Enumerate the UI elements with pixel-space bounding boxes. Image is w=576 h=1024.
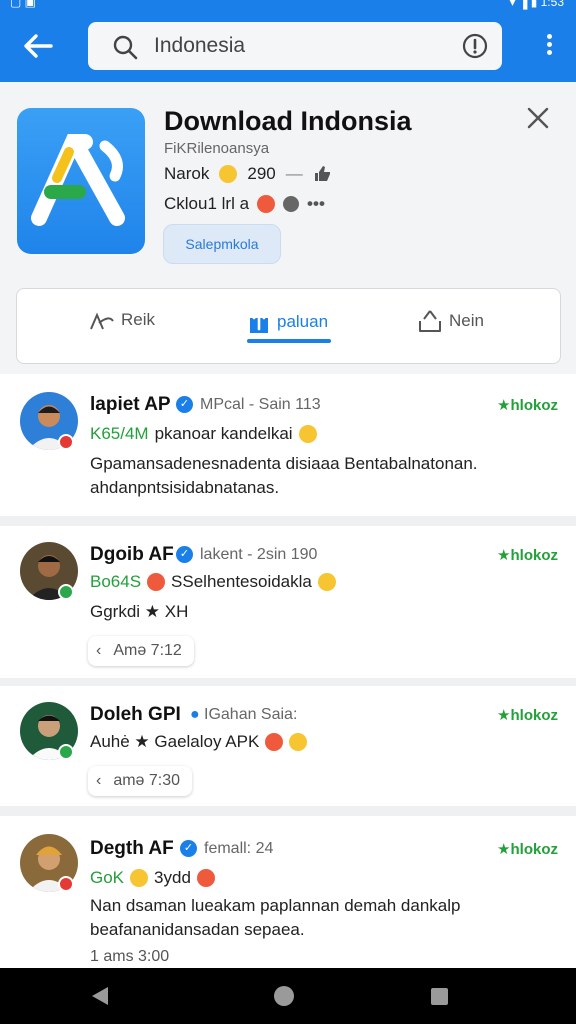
search-icon <box>113 35 138 60</box>
review-time: amə 7:30 <box>113 772 181 789</box>
share-icon <box>250 309 268 333</box>
nav-back-icon[interactable] <box>92 987 108 1005</box>
ellipsis-icon[interactable]: ••• <box>307 194 325 214</box>
review-rating: ★hlokoz <box>497 547 558 564</box>
chevron-left-icon: ‹ <box>96 772 102 789</box>
like-label: Nein <box>449 311 484 330</box>
share-button[interactable]: paluan <box>247 309 328 335</box>
search-query: Indonesia <box>154 34 246 57</box>
review-author: Dgoib AF <box>90 544 174 565</box>
status-badge <box>58 434 74 450</box>
review-time: 1 ams 3:00 <box>90 948 170 965</box>
status-badge <box>58 876 74 892</box>
back-arrow-icon <box>24 34 53 58</box>
review-body: Nan dsaman lueakam paplannan demah danka… <box>90 896 461 939</box>
status-bar: ▢ ▣ ▾ ▐ ▮ 1:53 <box>0 0 576 12</box>
more-vert-icon[interactable] <box>544 34 554 62</box>
review-author: lapiet AP <box>90 394 171 415</box>
chevron-left-icon: ‹ <box>96 642 102 659</box>
review-body: Ggrkdi ★ XH <box>90 602 189 621</box>
settings-icon <box>283 196 300 212</box>
action-bar: Reik paluan Nein <box>16 288 561 364</box>
review-headline: GoK 3ydd <box>90 868 215 888</box>
emoji-icon <box>289 733 308 751</box>
status-right: ▾ ▐ ▮ 1:53 <box>509 0 565 9</box>
like-icon <box>314 166 330 181</box>
review-headline-text: pkanoar kandelkai <box>154 424 293 443</box>
verified-icon: ✓ <box>180 840 197 857</box>
back-button[interactable] <box>18 28 58 64</box>
review-item[interactable]: Degth AF ✓ femall: 24 ★hlokoz GoK 3ydd N… <box>0 816 576 968</box>
verified-icon: ✓ <box>176 396 193 413</box>
app-category-row: Cklou1 lrl a ••• <box>164 194 325 214</box>
category-label: Cklou1 lrl a <box>164 194 250 213</box>
info-icon[interactable] <box>462 33 488 59</box>
review-item[interactable]: Doleh GPI ● IGahan Saia: ★hlokoz Auhė ★ … <box>0 686 576 806</box>
search-input[interactable]: Indonesia <box>88 22 502 70</box>
close-button[interactable] <box>526 106 550 135</box>
app-bar: Indonesia <box>0 12 576 82</box>
review-tag: GoK <box>90 868 125 887</box>
status-badge <box>58 744 74 760</box>
emoji-icon <box>298 425 317 443</box>
review-rating: ★hlokoz <box>497 707 558 724</box>
review-headline: K65/4M pkanoar kandelkai <box>90 424 317 444</box>
review-meta: lakent - 2sin 190 <box>200 546 318 563</box>
review-tag: K65/4M <box>90 424 149 443</box>
emoji-icon <box>196 869 215 887</box>
reply-icon <box>90 312 114 330</box>
reply-label: Reik <box>121 310 156 329</box>
like-button[interactable]: Nein <box>417 309 484 333</box>
close-icon <box>527 107 549 129</box>
review-author: Degth AF <box>90 838 174 859</box>
emoji-icon <box>219 165 238 183</box>
nav-home-icon[interactable] <box>274 986 294 1006</box>
status-badge <box>58 584 74 600</box>
verified-icon: ✓ <box>176 546 193 563</box>
emoji-icon <box>147 573 166 591</box>
rating-value: 290 <box>247 164 276 183</box>
app-developer: FiKRilenoansya <box>164 140 270 157</box>
review-item[interactable]: lapiet AP ✓ MPcal - Sain 113 ★hlokoz K65… <box>0 374 576 516</box>
review-rating: ★hlokoz <box>497 841 558 858</box>
review-meta: femall: 24 <box>204 840 274 857</box>
review-time-chip[interactable]: ‹ amə 7:30 <box>88 766 193 796</box>
active-tab-indicator <box>247 339 331 343</box>
install-chip[interactable]: Salepmkola <box>163 224 281 264</box>
upload-icon <box>419 310 441 332</box>
review-headline: Auhė ★ Gaelaloy APK <box>90 732 308 752</box>
review-feed[interactable]: lapiet AP ✓ MPcal - Sain 113 ★hlokoz K65… <box>0 374 576 968</box>
review-meta: MPcal - Sain 113 <box>200 396 321 413</box>
review-headline-text: SSelhentesoidakla <box>171 572 312 591</box>
emoji-icon <box>130 869 149 887</box>
rating-label: Narok <box>164 164 210 183</box>
status-left: ▢ ▣ <box>10 0 37 9</box>
share-label: paluan <box>277 312 329 331</box>
reply-button[interactable]: Reik <box>89 309 155 331</box>
app-logo-glyph <box>31 134 125 226</box>
review-tag: Bo64S <box>90 572 142 591</box>
verified-dot-icon: ● <box>190 706 200 723</box>
nav-recents-icon[interactable] <box>431 988 448 1005</box>
review-rating: ★hlokoz <box>497 397 558 414</box>
emoji-icon <box>265 733 284 751</box>
review-headline-text: Auhė ★ Gaelaloy APK <box>90 732 260 751</box>
review-headline-text: 3ydd <box>154 868 191 887</box>
app-logo <box>17 108 145 254</box>
dash-icon: — <box>285 164 303 183</box>
review-author: Doleh GPI <box>90 704 181 725</box>
system-nav-bar <box>0 968 576 1024</box>
review-time-chip[interactable]: ‹ Amə 7:12 <box>88 636 194 666</box>
app-rating-row: Narok 290 — <box>164 164 331 184</box>
review-meta: IGahan Saia: <box>204 706 298 723</box>
review-time: Amə 7:12 <box>113 642 182 659</box>
app-title: Download Indonsia <box>164 106 412 136</box>
emoji-icon <box>257 195 276 213</box>
emoji-icon <box>317 573 336 591</box>
review-body: Gpamansadenesnadenta disiaaa Bentabalnat… <box>90 454 478 497</box>
review-item[interactable]: Dgoib AF ✓ lakent - 2sin 190 ★hlokoz Bo6… <box>0 526 576 678</box>
review-headline: Bo64S SSelhentesoidakla <box>90 572 336 592</box>
